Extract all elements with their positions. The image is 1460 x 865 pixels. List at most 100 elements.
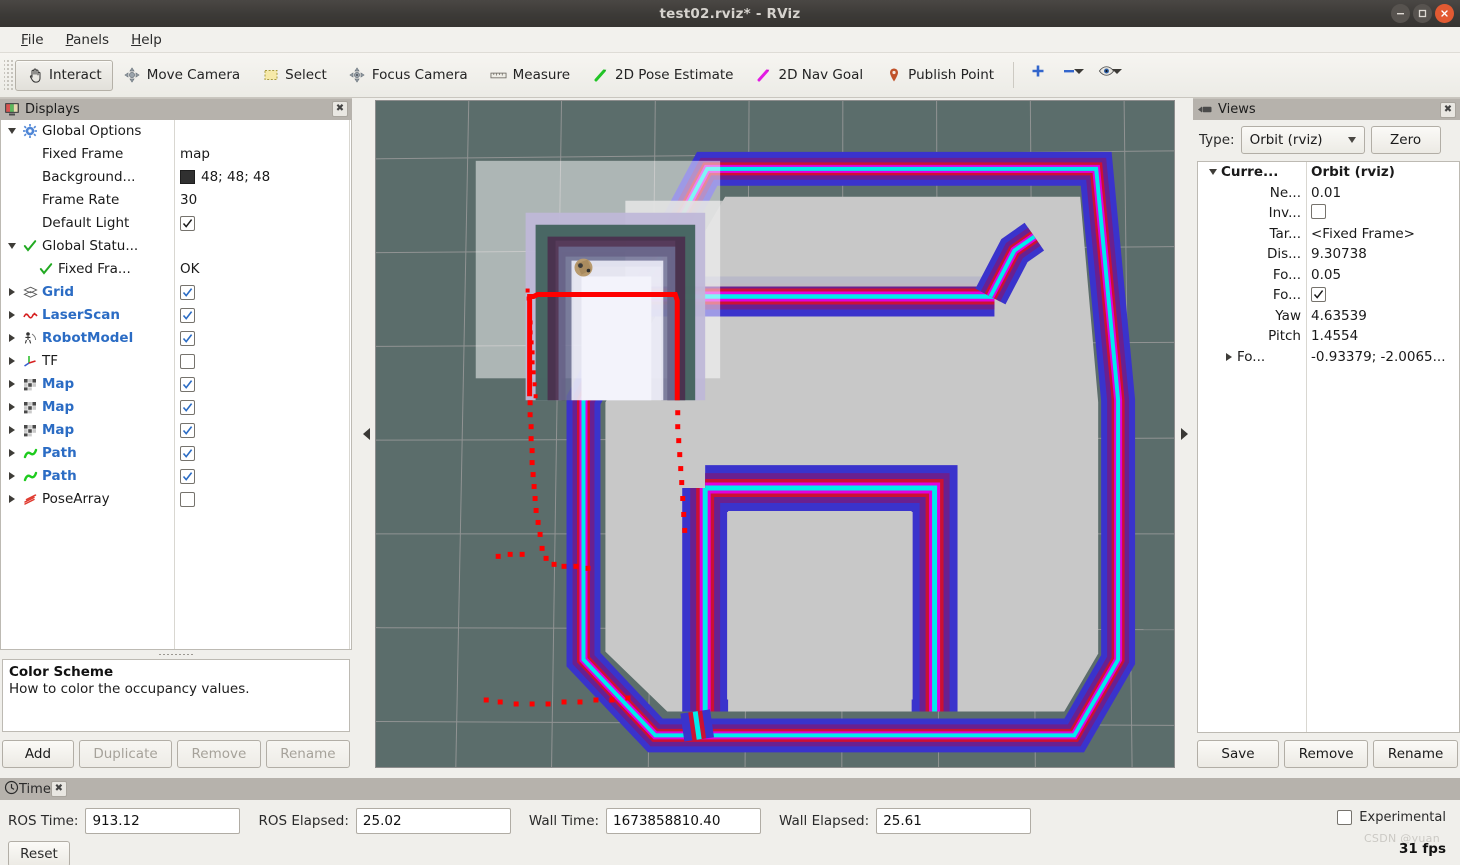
tool-move-camera[interactable]: Move Camera bbox=[113, 60, 251, 91]
path-2-checkbox[interactable] bbox=[180, 468, 195, 484]
close-icon[interactable] bbox=[1435, 4, 1454, 23]
tree-row-global-status[interactable]: Global Statu... bbox=[1, 235, 351, 258]
focal-shape-checkbox[interactable] bbox=[1311, 286, 1326, 302]
tree-row-tf[interactable]: TF bbox=[1, 350, 351, 373]
map-1-checkbox[interactable] bbox=[180, 376, 195, 392]
experimental-checkbox[interactable] bbox=[1337, 810, 1353, 825]
remove-view-button[interactable]: Remove bbox=[1284, 740, 1369, 768]
view-type-select[interactable]: Orbit (rviz) bbox=[1240, 126, 1365, 154]
minimize-icon[interactable] bbox=[1391, 4, 1410, 23]
expander-right-icon[interactable] bbox=[3, 357, 20, 366]
posearray-checkbox[interactable] bbox=[180, 491, 195, 507]
tree-value[interactable] bbox=[174, 422, 349, 438]
robotmodel-checkbox[interactable] bbox=[180, 330, 195, 346]
render-viewport[interactable] bbox=[375, 100, 1175, 768]
views-row-invert-z[interactable]: Inv... bbox=[1198, 203, 1459, 224]
time-close-icon[interactable]: ✖ bbox=[50, 781, 67, 797]
tool-interact[interactable]: Interact bbox=[15, 59, 113, 91]
default-light-checkbox[interactable] bbox=[180, 215, 195, 231]
reset-button[interactable]: Reset bbox=[8, 841, 70, 865]
tree-row-map[interactable]: Map bbox=[1, 419, 351, 442]
views-row-target-frame[interactable]: Tar... <Fixed Frame> bbox=[1198, 224, 1459, 245]
add-tool-button[interactable] bbox=[1022, 54, 1053, 96]
tree-row-default-light[interactable]: Default Light bbox=[1, 212, 351, 235]
tree-value[interactable] bbox=[174, 399, 349, 415]
menu-panels[interactable]: Panels bbox=[55, 30, 120, 50]
expander-right-icon[interactable] bbox=[3, 380, 20, 389]
tree-row-robotmodel[interactable]: RobotModel bbox=[1, 327, 351, 350]
displays-close-icon[interactable]: ✖ bbox=[332, 101, 348, 118]
visibility-button[interactable] bbox=[1091, 54, 1129, 96]
tree-value[interactable] bbox=[174, 445, 349, 461]
views-row-current-view[interactable]: Curre... Orbit (rviz) bbox=[1198, 162, 1459, 183]
tree-row-background-color[interactable]: Background... 48; 48; 48 bbox=[1, 166, 351, 189]
wall-time-input[interactable]: 1673858810.40 bbox=[606, 808, 762, 834]
expander-right-icon[interactable] bbox=[3, 311, 20, 320]
tree-value[interactable] bbox=[174, 284, 349, 300]
tree-row-global-options[interactable]: Global Options bbox=[1, 120, 351, 143]
expander-right-icon[interactable] bbox=[3, 288, 20, 297]
maximize-icon[interactable] bbox=[1413, 4, 1432, 23]
remove-tool-button[interactable] bbox=[1053, 54, 1091, 96]
expander-right-icon[interactable] bbox=[3, 426, 20, 435]
tool-2d-nav-goal[interactable]: 2D Nav Goal bbox=[745, 60, 875, 91]
color-swatch[interactable] bbox=[180, 170, 195, 185]
views-row-focal-shape-size[interactable]: Fo... 0.05 bbox=[1198, 265, 1459, 286]
tree-value[interactable] bbox=[174, 491, 349, 507]
duplicate-button[interactable]: Duplicate bbox=[79, 740, 173, 768]
remove-display-button[interactable]: Remove bbox=[177, 740, 261, 768]
map-2-checkbox[interactable] bbox=[180, 399, 195, 415]
tool-2d-pose-estimate[interactable]: 2D Pose Estimate bbox=[581, 60, 744, 91]
expander-right-icon[interactable] bbox=[3, 472, 20, 481]
right-splitter-handle[interactable] bbox=[1176, 100, 1193, 768]
tree-value[interactable] bbox=[174, 376, 349, 392]
tool-measure[interactable]: Measure bbox=[479, 60, 581, 91]
tree-value[interactable]: 30 bbox=[174, 192, 349, 208]
views-row-yaw[interactable]: Yaw 4.63539 bbox=[1198, 306, 1459, 327]
views-row-distance[interactable]: Dis... 9.30738 bbox=[1198, 244, 1459, 265]
tool-select[interactable]: Select bbox=[251, 60, 338, 91]
tf-checkbox[interactable] bbox=[180, 353, 195, 369]
views-row-value[interactable] bbox=[1306, 203, 1326, 223]
ros-elapsed-input[interactable]: 25.02 bbox=[355, 808, 511, 834]
left-splitter-handle[interactable] bbox=[358, 100, 375, 768]
rename-view-button[interactable]: Rename bbox=[1373, 740, 1458, 768]
tree-value[interactable] bbox=[174, 468, 349, 484]
views-property-tree[interactable]: Curre... Orbit (rviz) Ne... 0.01 Inv... … bbox=[1197, 161, 1460, 733]
expander-right-icon[interactable] bbox=[3, 334, 20, 343]
save-view-button[interactable]: Save bbox=[1197, 740, 1279, 768]
tree-row-path[interactable]: Path bbox=[1, 442, 351, 465]
views-row-focal-point[interactable]: Fo... -0.93379; -2.0065... bbox=[1198, 347, 1459, 368]
tree-value[interactable] bbox=[174, 330, 349, 346]
expander-down-icon[interactable] bbox=[3, 243, 20, 250]
views-row-pitch[interactable]: Pitch 1.4554 bbox=[1198, 326, 1459, 347]
tree-value[interactable]: 48; 48; 48 bbox=[174, 169, 349, 185]
views-close-icon[interactable]: ✖ bbox=[1440, 101, 1456, 118]
displays-splitter[interactable] bbox=[0, 649, 352, 659]
expander-down-icon[interactable] bbox=[1204, 169, 1221, 176]
wall-elapsed-input[interactable]: 25.61 bbox=[876, 808, 1032, 834]
ros-time-input[interactable]: 913.12 bbox=[85, 808, 241, 834]
tree-value[interactable] bbox=[174, 353, 349, 369]
views-row-near-clip[interactable]: Ne... 0.01 bbox=[1198, 183, 1459, 204]
expander-right-icon[interactable] bbox=[3, 403, 20, 412]
tree-value[interactable] bbox=[174, 307, 349, 323]
tree-row-map[interactable]: Map bbox=[1, 373, 351, 396]
remove-tool-caret-icon[interactable] bbox=[1074, 69, 1085, 74]
map-3-checkbox[interactable] bbox=[180, 422, 195, 438]
expander-right-icon[interactable] bbox=[3, 449, 20, 458]
views-row-value[interactable] bbox=[1306, 286, 1326, 304]
views-row-focal-shape-fixed[interactable]: Fo... bbox=[1198, 285, 1459, 306]
zero-button[interactable]: Zero bbox=[1370, 126, 1441, 154]
tree-value[interactable]: OK bbox=[174, 261, 349, 277]
tree-row-frame-rate[interactable]: Frame Rate 30 bbox=[1, 189, 351, 212]
tool-focus-camera[interactable]: Focus Camera bbox=[338, 60, 479, 91]
tree-row-path[interactable]: Path bbox=[1, 465, 351, 488]
tree-row-map[interactable]: Map bbox=[1, 396, 351, 419]
laserscan-checkbox[interactable] bbox=[180, 307, 195, 323]
menu-help[interactable]: Help bbox=[120, 30, 173, 50]
tree-value[interactable] bbox=[174, 215, 349, 231]
visibility-caret-icon[interactable] bbox=[1112, 69, 1123, 74]
experimental-toggle[interactable]: Experimental bbox=[1337, 810, 1446, 825]
displays-tree[interactable]: Global Options Fixed Frame map Backgroun… bbox=[0, 119, 352, 650]
